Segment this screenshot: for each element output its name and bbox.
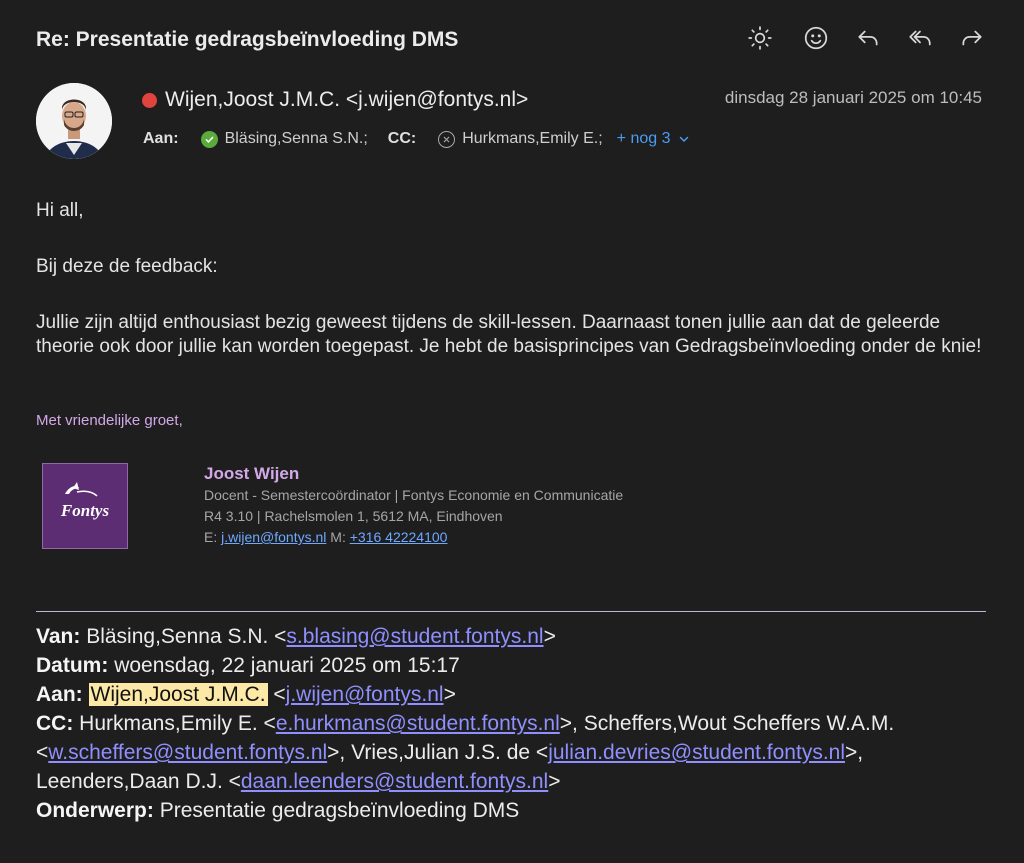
logo-text: Fontys — [60, 501, 110, 520]
signature-role: Docent - Semestercoördinator | Fontys Ec… — [204, 487, 624, 503]
presence-offline-icon — [438, 130, 456, 148]
quoted-from-name: Bläsing,Senna S.N. < — [86, 625, 287, 648]
quoted-to-email[interactable]: j.wijen@fontys.nl — [286, 683, 444, 706]
quote-divider — [36, 611, 986, 612]
quoted-cc4-email[interactable]: daan.leenders@student.fontys.nl — [241, 770, 548, 793]
quoted-to-line: Aan: Wijen,Joost J.M.C. <j.wijen@fontys.… — [36, 683, 456, 706]
closing: Met vriendelijke groet, — [36, 412, 183, 429]
greeting: Hi all, — [36, 200, 84, 221]
quoted-date-label: Datum: — [36, 654, 109, 677]
quoted-cc1-name: Hurkmans,Emily E. < — [79, 712, 276, 735]
sender-avatar[interactable] — [36, 83, 112, 159]
emoji-icon[interactable] — [800, 22, 832, 54]
quoted-cc3-name: >, Vries,Julian J.S. de < — [327, 741, 549, 764]
to-label: Aan: — [143, 130, 179, 147]
signature-phone-link[interactable]: +316 42224100 — [350, 529, 448, 545]
quoted-cc2-email[interactable]: w.scheffers@student.fontys.nl — [48, 741, 327, 764]
to-recipient[interactable]: Bläsing,Senna S.N.; — [225, 130, 368, 148]
chevron-down-icon — [679, 136, 689, 142]
cc-recipient[interactable]: Hurkmans,Emily E.; — [462, 130, 602, 148]
quoted-date: woensdag, 22 januari 2025 om 15:17 — [114, 654, 460, 677]
title-bar: Re: Presentatie gedragsbeïnvloeding DMS — [0, 0, 1024, 80]
quoted-cc3-email[interactable]: julian.devries@student.fontys.nl — [548, 741, 845, 764]
quoted-from-email[interactable]: s.blasing@student.fontys.nl — [286, 625, 543, 648]
sun-icon[interactable] — [744, 22, 776, 54]
presence-available-icon — [200, 130, 218, 148]
quoted-subject: Presentatie gedragsbeïnvloeding DMS — [159, 799, 520, 822]
quoted-from-line: Van: Bläsing,Senna S.N. <s.blasing@stude… — [36, 625, 556, 648]
sender-row: Wijen,Joost J.M.C. <j.wijen@fontys.nl> — [142, 88, 528, 112]
message-subject: Re: Presentatie gedragsbeïnvloeding DMS — [36, 28, 459, 51]
quoted-from-label: Van: — [36, 625, 81, 648]
reply-icon[interactable] — [852, 22, 884, 54]
reply-all-icon[interactable] — [904, 22, 936, 54]
cc-label: CC: — [387, 130, 417, 147]
quoted-date-line: Datum: woensdag, 22 januari 2025 om 15:1… — [36, 651, 986, 680]
quoted-cc-label: CC: — [36, 712, 74, 735]
forward-icon[interactable] — [956, 22, 988, 54]
intro-line: Bij deze de feedback: — [36, 256, 218, 277]
quoted-subject-label: Onderwerp: — [36, 799, 154, 822]
quoted-cc1-email[interactable]: e.hurkmans@student.fontys.nl — [276, 712, 560, 735]
quoted-cc-line: CC: Hurkmans,Emily E. <e.hurkmans@studen… — [36, 712, 895, 793]
quoted-to-name-highlight: Wijen,Joost J.M.C. — [88, 683, 268, 706]
signature: Joost Wijen Docent - Semestercoördinator… — [204, 463, 623, 548]
signature-contact: E: j.wijen@fontys.nl M: +316 42224100 — [204, 527, 623, 548]
email-label: E: — [204, 529, 218, 545]
more-recipients-link[interactable]: + nog 3 — [617, 130, 690, 148]
message-date: dinsdag 28 januari 2025 om 10:45 — [724, 88, 982, 107]
quoted-header: Van: Bläsing,Senna S.N. <s.blasing@stude… — [36, 622, 986, 825]
feedback-paragraph: Jullie zijn altijd enthousiast bezig gew… — [36, 312, 982, 357]
signature-name: Joost Wijen — [204, 464, 300, 483]
quoted-subject-line: Onderwerp: Presentatie gedragsbeïnvloedi… — [36, 796, 986, 825]
signature-address: R4 3.10 | Rachelsmolen 1, 5612 MA, Eindh… — [204, 508, 503, 524]
quoted-to-label: Aan: — [36, 683, 83, 706]
signature-email-link[interactable]: j.wijen@fontys.nl — [221, 529, 326, 545]
more-recipients-label: + nog 3 — [616, 130, 671, 147]
recipients-row: Aan: Bläsing,Senna S.N.; CC: Hurkmans,Em… — [143, 130, 690, 148]
fontys-logo: Fontys — [42, 463, 128, 549]
presence-busy-icon — [142, 92, 157, 108]
sender-name[interactable]: Wijen,Joost J.M.C. <j.wijen@fontys.nl> — [165, 88, 528, 112]
phone-label: M: — [330, 529, 346, 545]
